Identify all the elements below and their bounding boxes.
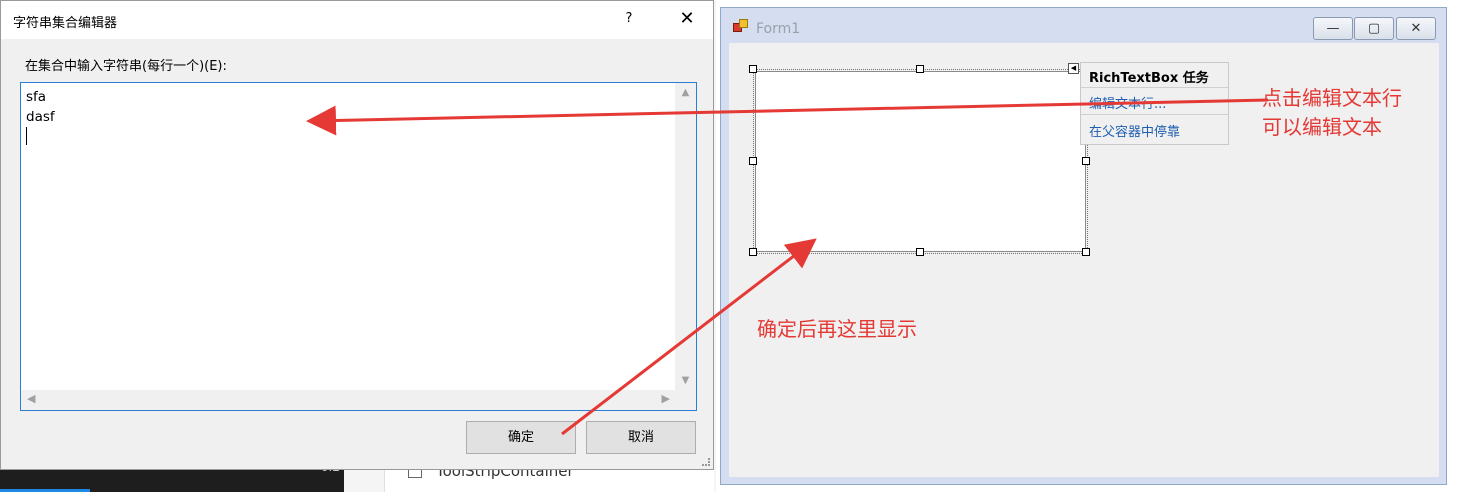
resize-handle-s[interactable]	[916, 248, 924, 256]
smart-tag-glyph-icon[interactable]: ◀	[1068, 63, 1079, 74]
resize-handle-sw[interactable]	[749, 248, 757, 256]
confirm-hint-annotation: 确定后再这里显示	[757, 317, 917, 341]
click-hint-annotation: 点击编辑文本行 可以编辑文本	[1262, 84, 1402, 142]
maximize-icon: ▢	[1367, 21, 1381, 36]
scroll-right-icon[interactable]: ▶	[662, 392, 670, 405]
tasks-divider	[1081, 87, 1228, 88]
maximize-button[interactable]: ▢	[1354, 17, 1394, 40]
minimize-icon: —	[1326, 21, 1340, 36]
dialog-title: 字符串集合编辑器	[13, 16, 118, 31]
strings-textarea[interactable]: sfa dasf ▲ ▼ ◀ ▶	[20, 82, 697, 411]
click-hint-line2: 可以编辑文本	[1262, 115, 1382, 139]
string-collection-editor-dialog: 字符串集合编辑器 ? ✕ 在集合中输入字符串(每行一个)(E): sfa das…	[0, 0, 714, 470]
resize-handle-w[interactable]	[749, 157, 757, 165]
edit-text-lines-link[interactable]: 编辑文本行...	[1089, 93, 1166, 112]
form1-title: Form1	[756, 21, 801, 37]
scroll-left-icon[interactable]: ◀	[27, 392, 35, 405]
resize-grip-icon[interactable]	[702, 458, 710, 466]
resize-handle-n[interactable]	[916, 65, 924, 73]
horizontal-scrollbar[interactable]: ◀ ▶	[21, 390, 676, 410]
text-line: dasf	[26, 109, 55, 125]
resize-handle-nw[interactable]	[749, 65, 757, 73]
minimize-button[interactable]: —	[1313, 17, 1353, 40]
help-button[interactable]: ?	[622, 11, 636, 26]
collection-prompt-label: 在集合中输入字符串(每行一个)(E):	[25, 59, 227, 74]
form1-titlebar: Form1 — ▢ ✕	[721, 8, 1446, 42]
textarea-lines: sfa dasf	[26, 87, 55, 127]
click-hint-line1: 点击编辑文本行	[1262, 86, 1402, 110]
text-caret	[26, 127, 27, 145]
dock-in-parent-link[interactable]: 在父容器中停靠	[1089, 121, 1180, 140]
tasks-panel-title: RichTextBox 任务	[1089, 71, 1209, 86]
richtextbox-tasks-panel: RichTextBox 任务 编辑文本行... 在父容器中停靠	[1080, 62, 1229, 145]
close-icon: ✕	[1410, 21, 1422, 36]
dialog-titlebar: 字符串集合编辑器 ? ✕	[1, 1, 713, 39]
cancel-button[interactable]: 取消	[586, 421, 696, 454]
tasks-divider	[1081, 114, 1228, 115]
resize-handle-e[interactable]	[1082, 157, 1090, 165]
vertical-scrollbar[interactable]: ▲ ▼	[675, 83, 696, 390]
resize-handle-se[interactable]	[1082, 248, 1090, 256]
text-line: sfa	[26, 89, 47, 105]
scroll-down-icon[interactable]: ▼	[675, 375, 696, 386]
form-app-icon	[733, 19, 749, 33]
selection-border	[753, 69, 1088, 254]
scrollbar-corner	[675, 390, 696, 410]
scroll-up-icon[interactable]: ▲	[675, 87, 696, 98]
dialog-close-button[interactable]: ✕	[677, 9, 697, 29]
form-close-button[interactable]: ✕	[1396, 17, 1436, 40]
ok-button[interactable]: 确定	[466, 421, 576, 454]
